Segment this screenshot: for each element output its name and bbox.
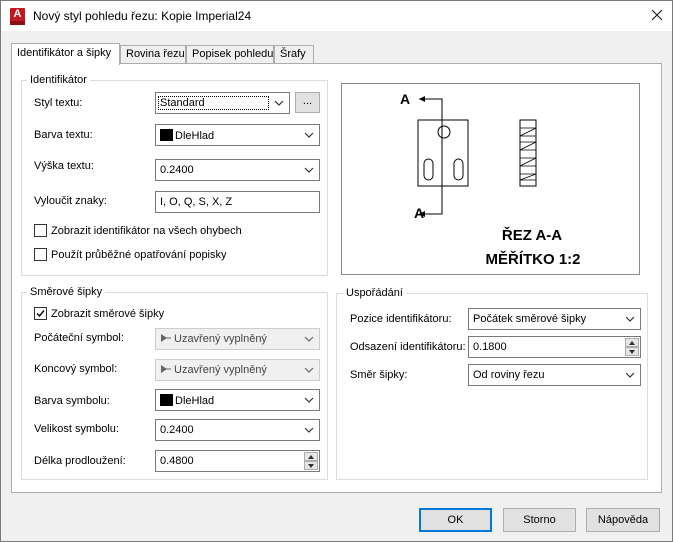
- checkmark-icon: [36, 310, 45, 318]
- symbol-color-label: Barva symbolu:: [34, 395, 110, 407]
- identifier-legend: Identifikátor: [27, 74, 90, 86]
- preview-identifier-top: A: [400, 91, 410, 107]
- show-arrows-label: Zobrazit směrové šipky: [51, 308, 165, 320]
- part-outline: [417, 119, 469, 187]
- text-style-dropdown[interactable]: Standard: [155, 92, 290, 114]
- show-all-bends-checkbox[interactable]: [34, 224, 47, 237]
- chevron-down-icon: [625, 316, 635, 322]
- section-hatch: [519, 119, 537, 181]
- text-style-browse-button[interactable]: ...: [295, 92, 320, 113]
- identifier-position-label: Pozice identifikátoru:: [350, 313, 452, 325]
- spin-up-button[interactable]: [304, 452, 318, 461]
- start-symbol-label: Počáteční symbol:: [34, 332, 124, 344]
- section-profile: [519, 119, 537, 187]
- chevron-down-icon: [304, 336, 314, 342]
- section-preview-drawing: A A ŘEZ A-A MĚŘÍTKO 1:2: [400, 91, 581, 268]
- exclude-chars-label: Vyloučit znaky:: [34, 195, 107, 207]
- close-icon: [651, 9, 663, 21]
- text-style-label: Styl textu:: [34, 97, 83, 109]
- end-symbol-dropdown[interactable]: Uzavřený vyplněný: [155, 359, 320, 381]
- section-line: [419, 98, 443, 215]
- show-all-bends-label: Zobrazit identifikátor na všech ohybech: [51, 225, 242, 237]
- arrow-direction-dropdown[interactable]: Od roviny řezu: [468, 364, 641, 386]
- text-height-label: Výška textu:: [34, 160, 94, 172]
- caret-up-icon: [308, 455, 314, 459]
- show-arrows-checkbox[interactable]: [34, 307, 47, 320]
- chevron-down-icon: [304, 132, 314, 138]
- ok-button[interactable]: OK: [419, 508, 492, 532]
- preview-section-title: ŘEZ A-A: [502, 226, 562, 244]
- arrows-legend: Směrové šipky: [27, 286, 106, 298]
- chevron-down-icon: [304, 367, 314, 373]
- closed-filled-arrowhead-icon: [161, 334, 171, 342]
- closed-filled-arrowhead-icon: [161, 365, 171, 373]
- part-slot-right: [453, 158, 464, 181]
- tab-panel: Identifikátor Styl textu: Standard ... B…: [11, 63, 662, 493]
- tab-identifier-arrows[interactable]: Identifikátor a šipky: [11, 43, 120, 65]
- symbol-size-dropdown[interactable]: 0.2400: [155, 419, 320, 441]
- text-color-label: Barva textu:: [34, 129, 93, 141]
- help-button[interactable]: Nápověda: [586, 508, 660, 532]
- identifier-offset-spinner[interactable]: [625, 338, 639, 356]
- chevron-down-icon: [304, 427, 314, 433]
- dialog-window: A Nový styl pohledu řezu: Kopie Imperial…: [0, 0, 673, 542]
- color-swatch: [160, 129, 173, 141]
- extension-length-spinner[interactable]: [304, 452, 318, 470]
- color-swatch: [160, 394, 173, 406]
- close-button[interactable]: [642, 1, 672, 31]
- preview-section-scale: MĚŘÍTKO 1:2: [485, 250, 580, 268]
- chevron-down-icon: [304, 167, 314, 173]
- part-slot-left: [423, 158, 434, 181]
- tab-section-plane[interactable]: Rovina řezu: [120, 45, 186, 64]
- caret-down-icon: [629, 350, 635, 354]
- section-preview: A A ŘEZ A-A MĚŘÍTKO 1:2: [341, 83, 640, 275]
- spin-down-button[interactable]: [625, 347, 639, 356]
- identifier-offset-label: Odsazení identifikátoru:: [350, 341, 466, 353]
- identifier-offset-input[interactable]: 0.1800: [468, 336, 641, 358]
- chevron-down-icon: [304, 397, 314, 403]
- end-symbol-label: Koncový symbol:: [34, 363, 118, 375]
- arrow-direction-label: Směr šipky:: [350, 369, 408, 381]
- spin-up-button[interactable]: [625, 338, 639, 347]
- cancel-button[interactable]: Storno: [503, 508, 576, 532]
- arrangement-legend: Uspořádání: [343, 287, 406, 299]
- chevron-down-icon: [274, 100, 284, 106]
- preview-identifier-bottom: A: [414, 205, 424, 221]
- text-height-dropdown[interactable]: 0.2400: [155, 159, 320, 181]
- spin-down-button[interactable]: [304, 461, 318, 470]
- caret-up-icon: [629, 341, 635, 345]
- chevron-down-icon: [625, 372, 635, 378]
- continuous-labeling-label: Použít průběžné opatřování popisky: [51, 249, 227, 261]
- text-color-dropdown[interactable]: DleHlad: [155, 124, 320, 146]
- continuous-labeling-checkbox[interactable]: [34, 248, 47, 261]
- extension-length-label: Délka prodloužení:: [34, 455, 126, 467]
- title-bar: A Nový styl pohledu řezu: Kopie Imperial…: [1, 1, 672, 31]
- start-symbol-dropdown[interactable]: Uzavřený vyplněný: [155, 328, 320, 350]
- symbol-size-label: Velikost symbolu:: [34, 423, 119, 435]
- identifier-position-dropdown[interactable]: Počátek směrové šipky: [468, 308, 641, 330]
- tab-view-label[interactable]: Popisek pohledu: [186, 45, 274, 64]
- autocad-app-icon: A: [10, 8, 25, 25]
- part-hole: [437, 125, 451, 139]
- tab-hatch[interactable]: Šrafy: [274, 45, 314, 64]
- window-title: Nový styl pohledu řezu: Kopie Imperial24: [33, 9, 252, 23]
- extension-length-input[interactable]: 0.4800: [155, 450, 320, 472]
- symbol-color-dropdown[interactable]: DleHlad: [155, 389, 320, 411]
- arrowhead-top-icon: [419, 96, 425, 102]
- exclude-chars-input[interactable]: I, O, Q, S, X, Z: [155, 191, 320, 213]
- caret-down-icon: [308, 464, 314, 468]
